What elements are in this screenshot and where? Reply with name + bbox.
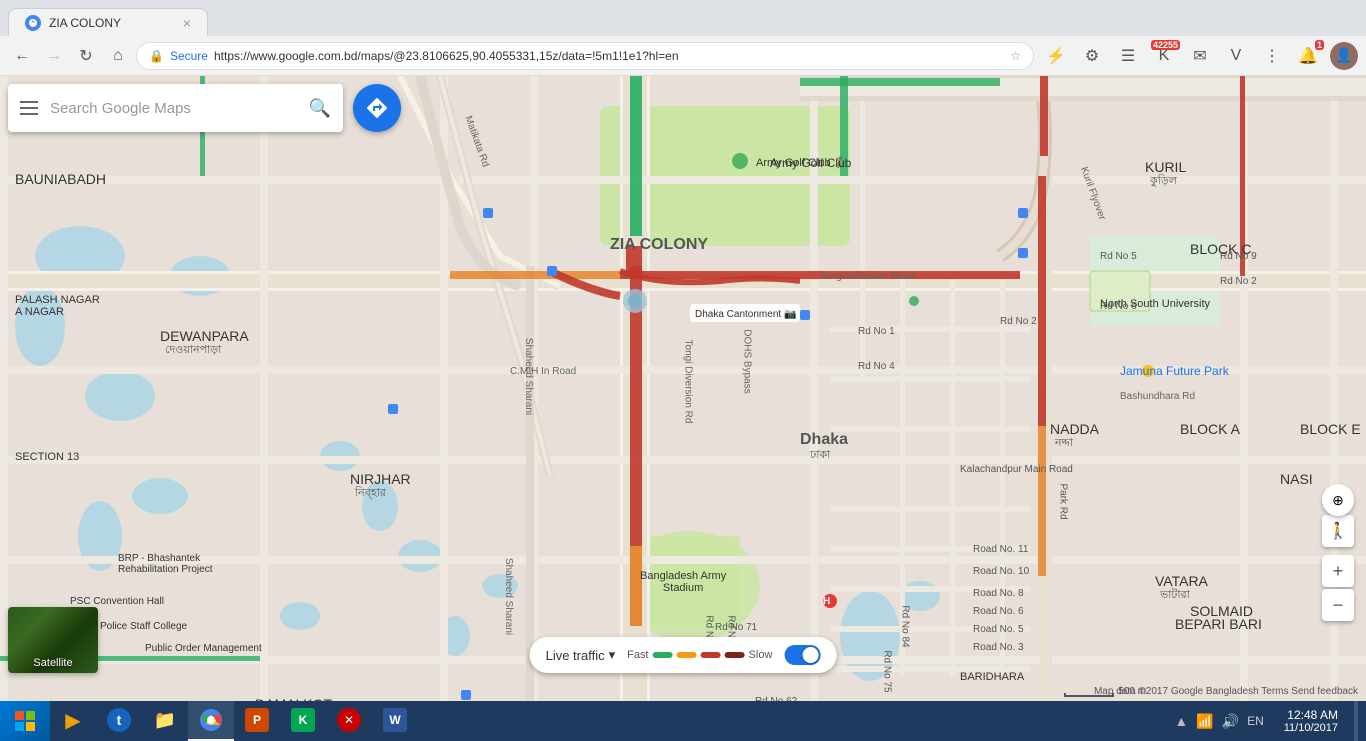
chrome-toolbar: ← → ↻ ⌂ 🔒 Secure https://www.google.com.…	[0, 36, 1366, 76]
file-manager-icon: 📁	[153, 708, 177, 732]
search-bar[interactable]: 🔍	[8, 84, 343, 132]
browser-frame: ZIA COLONY × ← → ↻ ⌂ 🔒 Secure https://ww…	[0, 0, 1366, 76]
traffic-colors: Fast Slow	[627, 649, 772, 661]
url-text: https://www.google.com.bd/maps/@23.81066…	[214, 49, 1004, 63]
start-button[interactable]	[0, 701, 50, 741]
taskbar-file-manager[interactable]: 📁	[142, 701, 188, 741]
scale-bar	[1064, 693, 1114, 697]
extensions-icon[interactable]: ⚡	[1042, 42, 1070, 70]
active-tab[interactable]: ZIA COLONY ×	[8, 8, 208, 36]
keyboard-icon[interactable]: EN	[1247, 714, 1264, 728]
map-zoom-controls: + −	[1322, 555, 1354, 621]
taskbar-word[interactable]: W	[372, 701, 418, 741]
notifications-icon[interactable]: 🔔 1	[1294, 42, 1322, 70]
tab-favicon	[25, 15, 41, 31]
map-scale: 500 m	[1064, 686, 1146, 697]
tray-icon-1: ▲	[1174, 713, 1188, 729]
word-icon: W	[383, 708, 407, 732]
zoom-out-button[interactable]: −	[1322, 589, 1354, 621]
hamburger-menu[interactable]	[20, 101, 38, 115]
chrome-menu-icon[interactable]: ⋮	[1258, 42, 1286, 70]
address-bar[interactable]: 🔒 Secure https://www.google.com.bd/maps/…	[136, 42, 1034, 70]
notification-badge: 1	[1315, 40, 1324, 50]
scale-label: 500 m	[1118, 686, 1146, 697]
dropdown-arrow: ▾	[609, 647, 616, 663]
taskbar-chrome[interactable]	[188, 701, 234, 741]
bittorrent-icon: t	[107, 708, 131, 732]
map-container[interactable]: Army Golf Club 🏌 Dhaka Cantonment 📷 H - …	[0, 76, 1366, 701]
zoom-in-button[interactable]: +	[1322, 555, 1354, 587]
kaspersky-badge: 42255	[1151, 40, 1180, 50]
reload-button[interactable]: ↻	[72, 42, 100, 70]
taskbar-apps: ▶ t 📁 P K ✕	[50, 701, 418, 741]
traffic-green	[653, 652, 673, 658]
volume-icon[interactable]: 🔊	[1222, 713, 1239, 730]
secure-text: Secure	[170, 49, 208, 63]
kaspersky-icon: K	[291, 708, 315, 732]
windows-logo	[14, 710, 36, 732]
network-icon[interactable]: 📶	[1196, 713, 1213, 730]
traffic-orange	[677, 652, 697, 658]
taskbar-bittorrent[interactable]: t	[96, 701, 142, 741]
taskbar-powerpoint[interactable]: P	[234, 701, 280, 741]
fast-label: Fast	[627, 649, 648, 661]
traffic-legend: Live traffic ▾ Fast Slow	[530, 637, 837, 673]
settings-icon[interactable]: ⚙	[1078, 42, 1106, 70]
media-player-icon: ▶	[61, 708, 85, 732]
taskbar-clock[interactable]: 12:48 AM 11/10/2017	[1276, 708, 1346, 734]
reader-icon[interactable]: ☰	[1114, 42, 1142, 70]
tab-title: ZIA COLONY	[49, 16, 175, 30]
clock-date: 11/10/2017	[1284, 722, 1338, 734]
taskbar-media-player[interactable]: ▶	[50, 701, 96, 741]
system-icons: ▲ 📶 🔊 EN	[1166, 713, 1271, 730]
close-tab-button[interactable]: ×	[183, 15, 191, 31]
svg-text:Dhaka Cantonment 📷: Dhaka Cantonment 📷	[695, 309, 796, 320]
compass-icon: ⊕	[1322, 484, 1354, 516]
taskbar-kaspersky[interactable]: K	[280, 701, 326, 741]
directions-button[interactable]	[353, 84, 401, 132]
search-button[interactable]: 🔍	[309, 98, 331, 119]
kaspersky-ext-icon[interactable]: K 42255	[1150, 42, 1178, 70]
powerpoint-icon: P	[245, 708, 269, 732]
clock-time: 12:48 AM	[1287, 708, 1338, 722]
map-svg: Army Golf Club 🏌 Dhaka Cantonment 📷 H -	[0, 76, 1366, 701]
forward-button[interactable]: →	[40, 42, 68, 70]
taskbar-system-tray: ▲ 📶 🔊 EN 12:48 AM 11/10/2017	[1166, 701, 1366, 741]
street-view-icon: 🚶	[1328, 521, 1348, 541]
taskbar: ▶ t 📁 P K ✕	[0, 701, 1366, 741]
home-button[interactable]: ⌂	[104, 42, 132, 70]
user-profile-icon[interactable]: 👤	[1330, 42, 1358, 70]
directions-icon	[365, 96, 389, 120]
traffic-label: Live traffic	[546, 648, 605, 663]
toggle-knob	[802, 647, 818, 663]
lock-icon: 🔒	[149, 49, 164, 63]
street-view-button[interactable]: 🚶	[1322, 515, 1354, 547]
compass-button[interactable]: ⊕	[1322, 484, 1354, 516]
chrome-tabs-bar: ZIA COLONY ×	[0, 0, 1366, 36]
satellite-thumbnail[interactable]: Satellite	[8, 607, 98, 673]
back-button[interactable]: ←	[8, 42, 36, 70]
traffic-red	[701, 652, 721, 658]
app7-icon: ✕	[337, 708, 361, 732]
chrome-icon	[199, 708, 223, 732]
show-desktop[interactable]	[1354, 701, 1358, 741]
svg-text:Army Golf Club 🏌: Army Golf Club 🏌	[756, 156, 847, 169]
traffic-dropdown[interactable]: Live traffic ▾	[546, 647, 616, 663]
satellite-label: Satellite	[33, 657, 72, 669]
traffic-darkred	[725, 652, 745, 658]
traffic-toggle[interactable]	[784, 645, 820, 665]
svg-text:H: H	[823, 596, 830, 607]
toolbar-icons: ⚡ ⚙ ☰ K 42255 ✉ V ⋮ 🔔 1 👤	[1042, 42, 1358, 70]
slow-label: Slow	[749, 649, 773, 661]
mail-icon[interactable]: ✉	[1186, 42, 1214, 70]
viber-icon[interactable]: V	[1222, 42, 1250, 70]
taskbar-app7[interactable]: ✕	[326, 701, 372, 741]
search-input[interactable]	[50, 100, 297, 117]
bookmark-icon[interactable]: ☆	[1010, 49, 1021, 63]
